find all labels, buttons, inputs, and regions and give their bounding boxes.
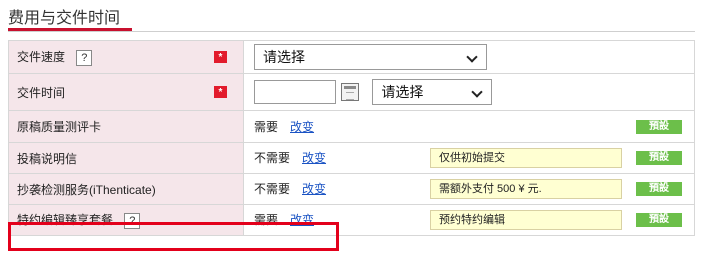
form-row-delivery-time: 交件时间 * 请选择 [8, 73, 695, 111]
select-value: 请选择 [263, 49, 305, 65]
label-cell: 交件时间 * [8, 73, 244, 111]
delivery-date-input[interactable] [254, 80, 336, 104]
required-asterisk-icon: * [214, 51, 227, 63]
form-row-plagiarism-check: 抄袭检测服务(iThenticate) 不需要 改变 需额外支付 500 ¥ 元… [8, 173, 695, 205]
label-cell: 投稿说明信 [8, 142, 244, 174]
form-row-quality-card: 原稿质量测评卡 需要 改变 預設 [8, 110, 695, 143]
select-value: 请选择 [381, 84, 424, 100]
preset-button[interactable]: 預設 [636, 119, 682, 134]
form-row-delivery-speed: 交件速度 ? * 请选择 [8, 40, 695, 74]
row-label: 特约编辑臻享套餐 [17, 213, 114, 228]
label-cell: 原稿质量测评卡 [8, 110, 244, 143]
value-cell: 不需要 改变 需额外支付 500 ¥ 元. 預設 [243, 173, 695, 205]
row-label: 抄袭检测服务(iThenticate) [17, 182, 156, 197]
help-icon[interactable]: ? [76, 49, 93, 66]
value-cell: 需要 改变 預設 [243, 110, 695, 143]
status-text: 需要 [254, 119, 279, 134]
note-box: 仅供初始提交 [430, 148, 622, 168]
value-cell: 需要 改变 预约特约编辑 預設 [243, 204, 695, 236]
value-cell: 请选择 [243, 73, 695, 111]
preset-button[interactable]: 預設 [636, 151, 682, 165]
note-box: 预约特约编辑 [430, 210, 622, 230]
preset-button[interactable]: 預設 [636, 213, 682, 227]
row-label: 交件时间 [17, 85, 66, 100]
label-cell: 特约编辑臻享套餐 ? [8, 204, 244, 236]
preset-button[interactable]: 預設 [636, 182, 682, 196]
label-cell: 交件速度 ? * [8, 40, 244, 74]
row-label: 投稿说明信 [17, 151, 78, 166]
help-icon[interactable]: ? [124, 212, 141, 229]
row-label: 原稿质量测评卡 [17, 120, 102, 134]
note-box: 需额外支付 500 ¥ 元. [430, 179, 622, 199]
chevron-down-icon [466, 51, 478, 63]
change-link[interactable]: 改变 [302, 182, 326, 196]
required-asterisk-icon: * [214, 86, 227, 98]
section-title: 费用与交件时间 [8, 10, 121, 27]
status-text: 需要 [254, 213, 279, 227]
status-text: 不需要 [254, 182, 291, 196]
change-link[interactable]: 改变 [290, 120, 314, 134]
form-row-cover-letter: 投稿说明信 不需要 改变 仅供初始提交 預設 [8, 142, 695, 174]
change-link[interactable]: 改变 [302, 151, 326, 165]
change-link[interactable]: 改变 [290, 213, 314, 227]
calendar-icon[interactable] [341, 83, 359, 101]
value-cell: 请选择 [243, 40, 695, 74]
fee-and-delivery-form: 交件速度 ? * 请选择 交件时间 * 请选择 原稿质量测评卡 需要 改变 預設… [8, 40, 695, 236]
label-cell: 抄袭检测服务(iThenticate) [8, 173, 244, 205]
title-divider [8, 31, 695, 32]
chevron-down-icon [471, 86, 484, 98]
delivery-time-select[interactable]: 请选择 [372, 79, 493, 105]
delivery-speed-select[interactable]: 请选择 [254, 44, 487, 70]
value-cell: 不需要 改变 仅供初始提交 預設 [243, 142, 695, 174]
status-text: 不需要 [254, 151, 291, 165]
row-label: 交件速度 [17, 50, 66, 65]
form-row-editor-package: 特约编辑臻享套餐 ? 需要 改变 预约特约编辑 預設 [8, 204, 695, 236]
